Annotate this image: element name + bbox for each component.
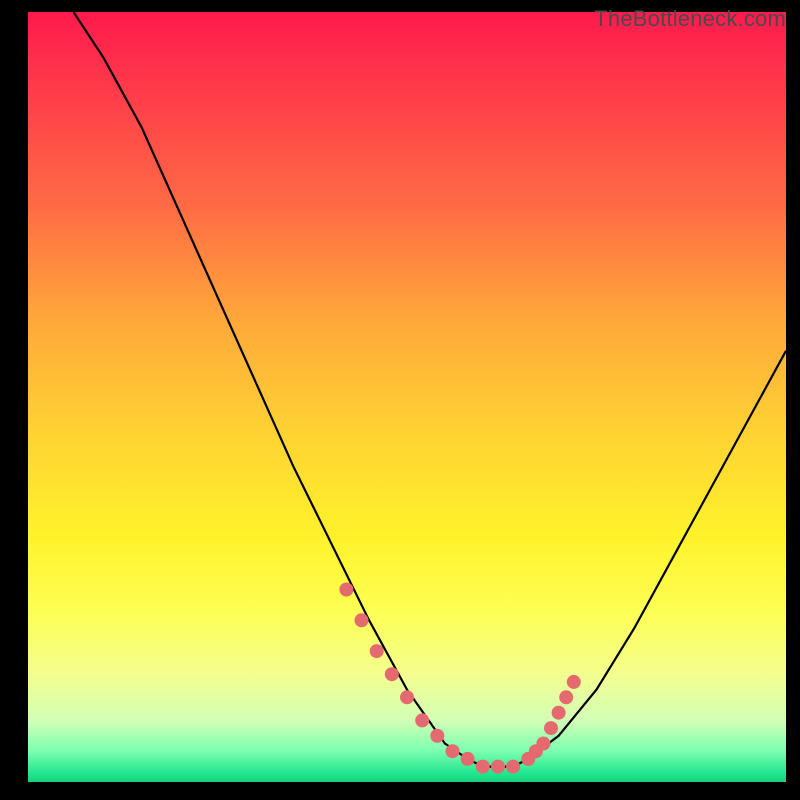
curve-marker bbox=[400, 690, 414, 704]
bottleneck-curve bbox=[28, 12, 786, 782]
curve-line bbox=[74, 12, 787, 767]
curve-marker bbox=[491, 760, 505, 774]
curve-marker bbox=[559, 690, 573, 704]
curve-marker bbox=[446, 744, 460, 758]
watermark-text: TheBottleneck.com bbox=[594, 6, 786, 32]
curve-marker bbox=[370, 644, 384, 658]
curve-marker bbox=[536, 737, 550, 751]
curve-marker bbox=[339, 583, 353, 597]
curve-marker bbox=[544, 721, 558, 735]
curve-marker bbox=[552, 706, 566, 720]
curve-markers bbox=[339, 583, 580, 774]
curve-marker bbox=[415, 713, 429, 727]
curve-marker bbox=[461, 752, 475, 766]
curve-marker bbox=[476, 760, 490, 774]
curve-marker bbox=[355, 613, 369, 627]
curve-marker bbox=[567, 675, 581, 689]
curve-marker bbox=[430, 729, 444, 743]
curve-marker bbox=[506, 760, 520, 774]
chart-stage: TheBottleneck.com bbox=[0, 0, 800, 800]
curve-marker bbox=[385, 667, 399, 681]
